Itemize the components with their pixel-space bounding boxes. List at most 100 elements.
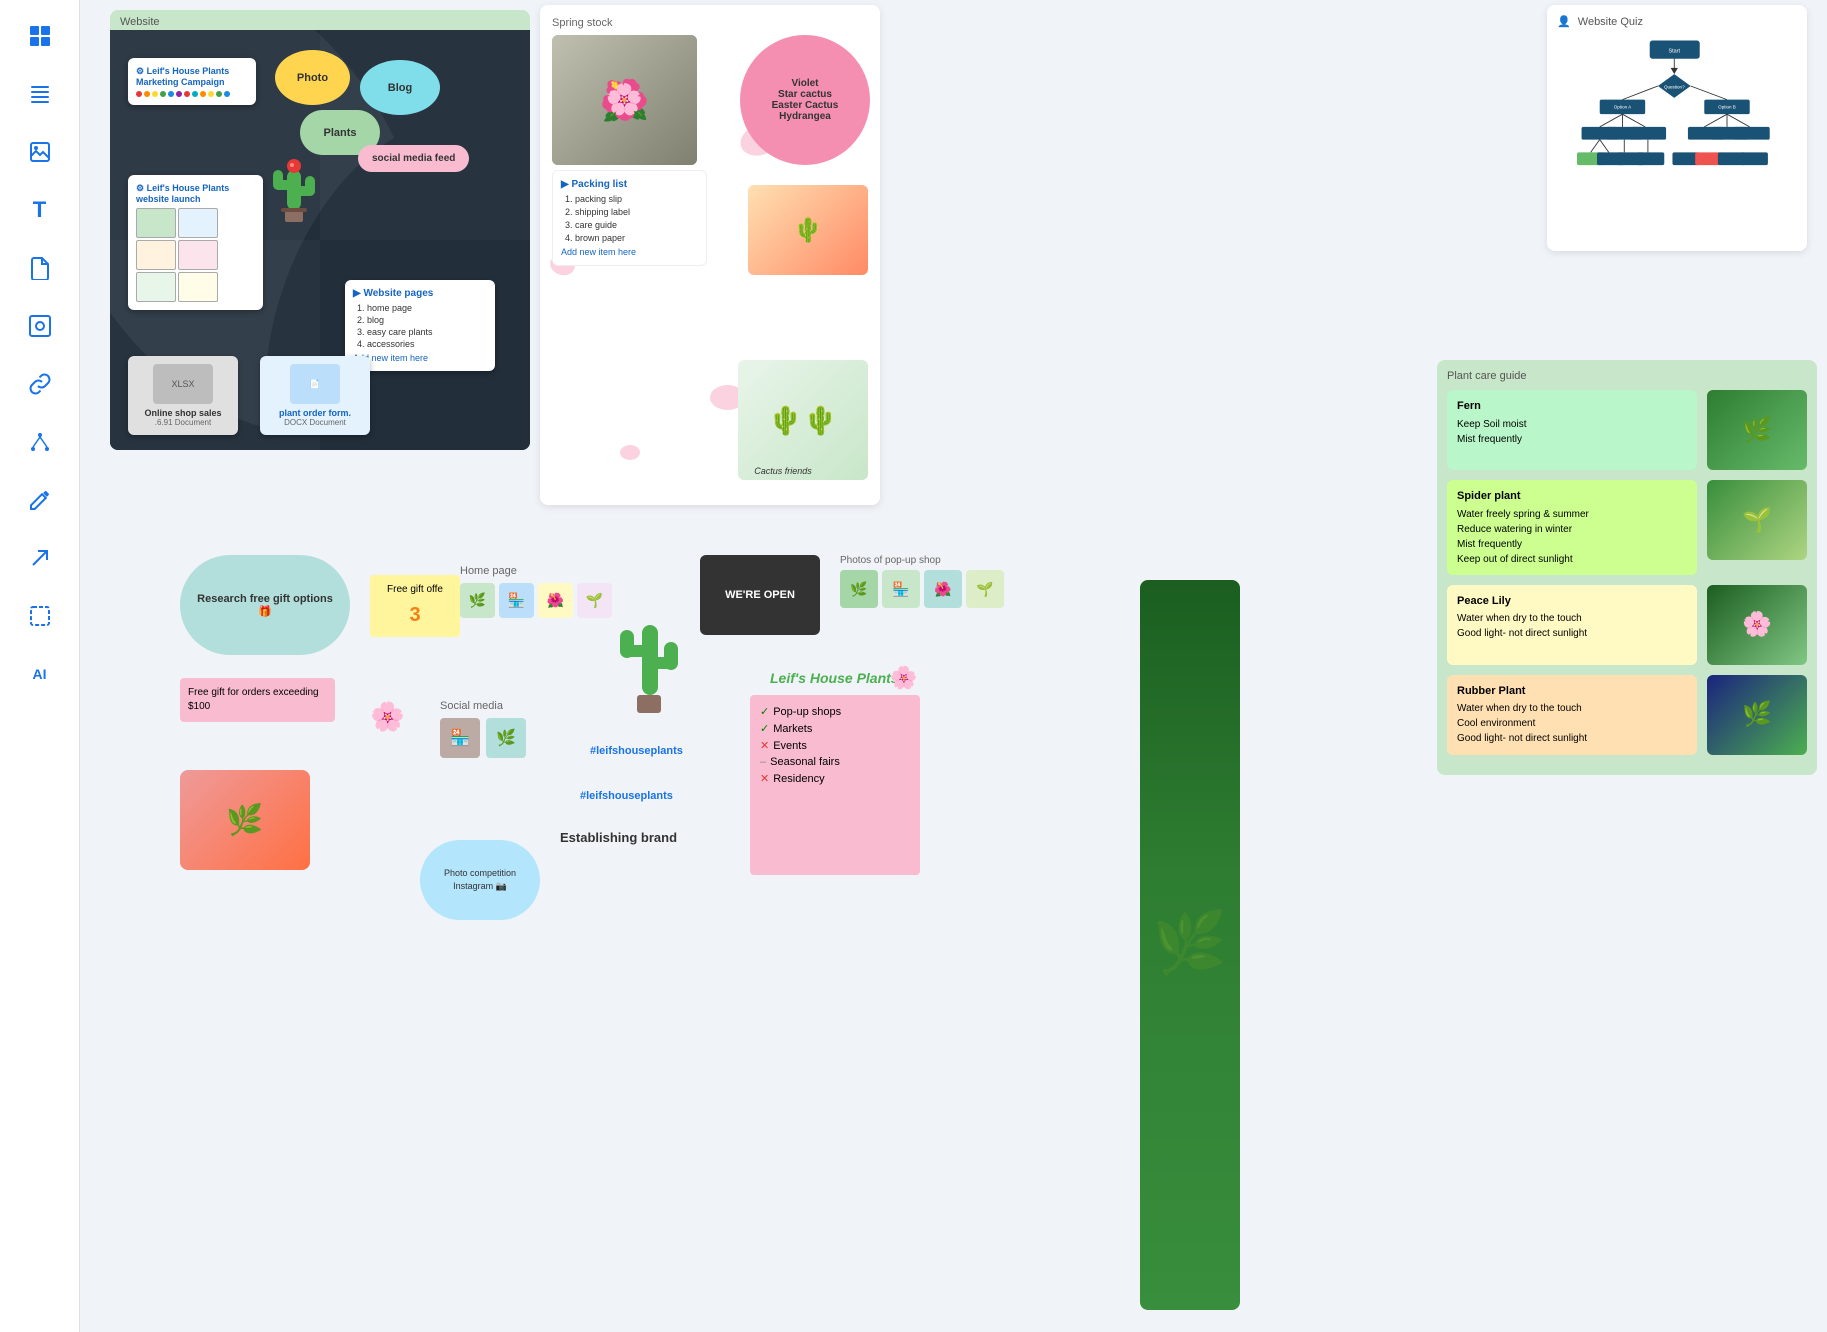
svg-text:Start: Start xyxy=(1669,48,1681,54)
packing-add-link[interactable]: Add new item here xyxy=(561,247,698,257)
dot-grid xyxy=(136,91,248,97)
open-sign: WE'RE OPEN xyxy=(700,555,820,635)
spring-section: Spring stock 🌺 Violet Star cactus Easter… xyxy=(540,5,880,505)
social-thumbnails: 🏪 🌿 xyxy=(440,718,560,758)
hashtag-2: #leifshouseplants xyxy=(580,790,673,802)
web-pages-list: home page blog easy care plants accessor… xyxy=(353,303,487,349)
text-tool-icon[interactable]: T xyxy=(20,190,60,230)
popup-item-4: – Seasonal fairs xyxy=(760,756,910,768)
care-label: Plant care guide xyxy=(1447,370,1807,382)
shop-sales-card[interactable]: XLSX Online shop sales .6.91 Document xyxy=(128,356,238,435)
hp-thumb-3: 🌺 xyxy=(538,583,573,618)
add-item-link[interactable]: Add new item here xyxy=(353,353,487,363)
homepage-thumbnails: 🌿 🏪 🌺 🌱 xyxy=(460,583,620,618)
homepage-label: Home page xyxy=(460,565,620,577)
popup-item-1: ✓ Pop-up shops xyxy=(760,705,910,718)
launch-preview xyxy=(136,208,255,302)
peace-lily-image: 🌸 xyxy=(1707,585,1807,665)
social-feed-bubble[interactable]: social media feed xyxy=(358,145,469,172)
gift-orders-sticky[interactable]: Free gift for orders exceeding $100 xyxy=(180,678,335,722)
tall-plant-photo: 🌿 xyxy=(1140,580,1240,1310)
pp-thumb-2: 🏪 xyxy=(882,570,920,608)
network-tool-icon[interactable] xyxy=(20,422,60,462)
website-launch-card[interactable]: ⚙ Leif's House Plants website launch xyxy=(128,175,263,310)
popup-photos-label: Photos of pop-up shop xyxy=(840,555,1004,566)
board-tool-icon[interactable] xyxy=(20,16,60,56)
flower-illustration: 🌸 xyxy=(370,700,405,733)
hp-thumb-1: 🌿 xyxy=(460,583,495,618)
packing-list-title: ▶ Packing list xyxy=(561,179,698,190)
main-canvas: Website ⚙ Leif's House Plants Marketing … xyxy=(80,0,1827,1332)
svg-text:Question?: Question? xyxy=(1664,85,1685,90)
rubber-plant-sticky[interactable]: Rubber Plant Water when dry to the touch… xyxy=(1447,675,1697,755)
cactus-friends-label: Cactus friends xyxy=(738,466,848,476)
spring-top-image: 🌺 xyxy=(552,35,697,165)
violet-bubble: Violet Star cactus Easter Cactus Hydrang… xyxy=(740,35,870,165)
spring-label: Spring stock xyxy=(552,17,868,29)
pink-splatter-4 xyxy=(620,445,640,460)
website-section-label: Website xyxy=(120,16,160,28)
quiz-label: 👤 Website Quiz xyxy=(1557,15,1797,28)
homepage-section: Home page 🌿 🏪 🌺 🌱 xyxy=(460,565,620,618)
brand-flower: 🌸 xyxy=(890,665,917,691)
pp-thumb-1: 🌿 xyxy=(840,570,878,608)
arrow-tool-icon[interactable] xyxy=(20,538,60,578)
link-tool-icon[interactable] xyxy=(20,364,60,404)
care-section: Plant care guide Fern Keep Soil moist Mi… xyxy=(1437,360,1817,775)
popup-photo-thumbnails: 🌿 🏪 🌺 🌱 xyxy=(840,570,1004,608)
fern-image: 🌿 xyxy=(1707,390,1807,470)
rubber-plant-image: 🌿 xyxy=(1707,675,1807,755)
sidebar: T AI xyxy=(0,0,80,1332)
pencil-tool-icon[interactable] xyxy=(20,480,60,520)
gift-sticky[interactable]: Free gift offe 3 xyxy=(370,575,460,637)
peach-photo: 🌵 xyxy=(748,185,868,275)
website-background: ⚙ Leif's House Plants Marketing Campaign xyxy=(110,30,530,450)
popup-sticky[interactable]: ✓ Pop-up shops ✓ Markets ✕ Events – Seas… xyxy=(750,695,920,875)
web-pages-title: ▶ Website pages xyxy=(353,288,487,299)
leif-brand-text: Leif's House Plants xyxy=(770,670,899,686)
ai-tool-icon[interactable]: AI xyxy=(20,654,60,694)
photo-blob[interactable]: Photo xyxy=(275,50,350,105)
social-section: Social media 🏪 🌿 xyxy=(440,700,560,758)
spider-plant-row: Spider plant Water freely spring & summe… xyxy=(1447,480,1807,575)
packing-list-items: packing slip shipping label care guide b… xyxy=(561,194,698,243)
pp-thumb-4: 🌱 xyxy=(966,570,1004,608)
research-bubble[interactable]: Research free gift options 🎁 xyxy=(180,555,350,655)
establishing-brand-text: Establishing brand xyxy=(560,830,677,845)
cactus-friends-image: 🌵🌵 Cactus friends xyxy=(738,360,868,480)
svg-text:Option A: Option A xyxy=(1614,105,1632,110)
popup-item-2: ✓ Markets xyxy=(760,722,910,735)
social-thumb-1: 🏪 xyxy=(440,718,480,758)
hp-thumb-2: 🏪 xyxy=(499,583,534,618)
frame-tool-icon[interactable] xyxy=(20,306,60,346)
popup-photos-section: Photos of pop-up shop 🌿 🏪 🌺 🌱 xyxy=(840,555,1004,608)
hashtag-1: #leifshouseplants xyxy=(590,745,683,757)
doc-tool-icon[interactable] xyxy=(20,248,60,288)
rubber-plant-row: Rubber Plant Water when dry to the touch… xyxy=(1447,675,1807,755)
social-label: Social media xyxy=(440,700,560,712)
spider-plant-sticky[interactable]: Spider plant Water freely spring & summe… xyxy=(1447,480,1697,575)
image-tool-icon[interactable] xyxy=(20,132,60,172)
cactus-illustration xyxy=(265,150,345,250)
packing-list-card[interactable]: ▶ Packing list packing slip shipping lab… xyxy=(552,170,707,266)
social-thumb-2: 🌿 xyxy=(486,718,526,758)
flowchart-svg: Start Question? Option A Option B xyxy=(1557,36,1797,236)
mkt-card-title: ⚙ Leif's House Plants Marketing Campaign xyxy=(136,66,248,87)
blog-blob[interactable]: Blog xyxy=(360,60,440,115)
peace-lily-sticky[interactable]: Peace Lily Water when dry to the touch G… xyxy=(1447,585,1697,665)
select-tool-icon[interactable] xyxy=(20,596,60,636)
marketing-campaign-card[interactable]: ⚙ Leif's House Plants Marketing Campaign xyxy=(128,58,256,105)
peace-lily-row: Peace Lily Water when dry to the touch G… xyxy=(1447,585,1807,665)
big-cactus-illustration xyxy=(610,610,690,736)
order-form-card[interactable]: 📄 plant order form. DOCX Document xyxy=(260,356,370,435)
plant-photo-bottom-left: 🌿 xyxy=(180,770,310,870)
list-tool-icon[interactable] xyxy=(20,74,60,114)
pp-thumb-3: 🌺 xyxy=(924,570,962,608)
fern-row: Fern Keep Soil moist Mist frequently 🌿 xyxy=(1447,390,1807,470)
popup-item-5: ✕ Residency xyxy=(760,772,910,785)
photo-competition-cloud[interactable]: Photo competitionInstagram 📷 xyxy=(420,840,540,920)
quiz-section: 👤 Website Quiz Start Question? Option A … xyxy=(1547,5,1807,251)
website-section: Website ⚙ Leif's House Plants Marketing … xyxy=(110,10,530,450)
spider-plant-image: 🌱 xyxy=(1707,480,1807,560)
fern-sticky[interactable]: Fern Keep Soil moist Mist frequently xyxy=(1447,390,1697,470)
